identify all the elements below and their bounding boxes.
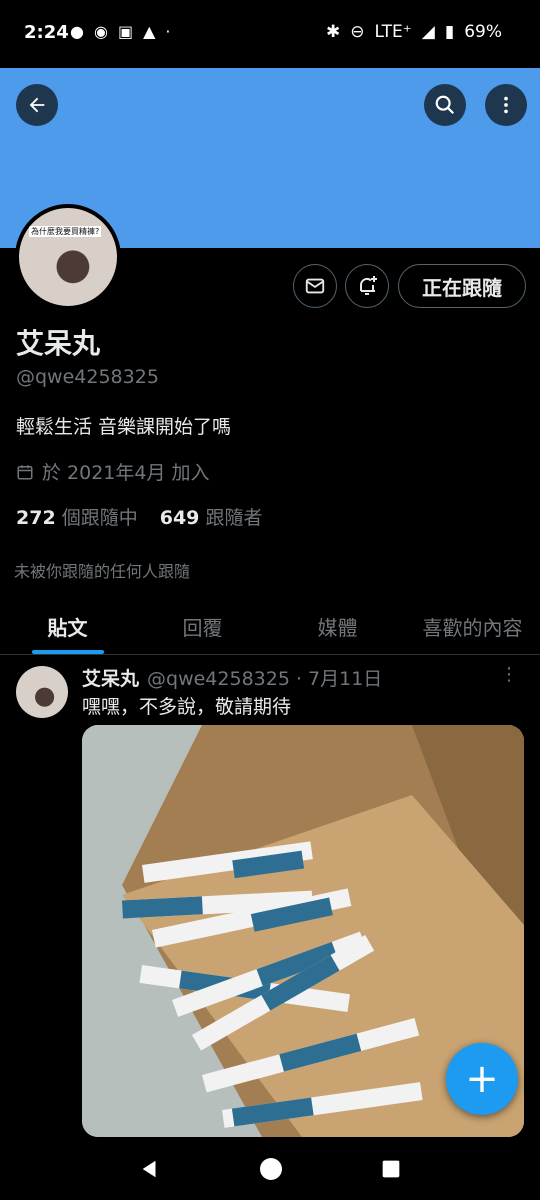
nav-home-icon[interactable] [259,1157,283,1181]
tab-posts-label: 貼文 [47,615,88,640]
system-nav-bar [0,1137,540,1200]
follow-counts: 272 個跟隨中 649 跟隨者 [16,503,262,530]
more-button[interactable] [485,84,527,126]
calendar-icon [17,464,33,479]
envelope-icon [305,278,325,294]
profile-handle: @qwe4258325 [16,366,159,388]
followers-count: 649 [159,507,200,529]
bell-plus-icon [359,276,377,295]
back-arrow-icon [29,97,45,113]
following-link[interactable]: 272 個跟隨中 [16,503,138,530]
tab-likes[interactable]: 喜歡的內容 [405,598,540,654]
message-button[interactable] [293,264,337,308]
search-icon [435,95,455,115]
followers-link[interactable]: 649 跟隨者 [160,503,263,530]
tab-media-label: 媒體 [317,615,358,640]
network-label: LTE⁺ [374,22,412,42]
following-button[interactable]: 正在跟隨 [398,264,526,308]
dot-icon: · [165,22,171,41]
following-label: 個跟隨中 [61,507,138,529]
status-time: 2:24 [24,22,69,43]
active-tab-indicator [31,650,104,654]
tab-replies-label: 回覆 [182,615,223,640]
joined-text: 於 2021年4月 加入 [42,462,210,484]
messenger-icon: ◉ [93,22,108,41]
tweet-avatar[interactable] [16,666,68,718]
profile-tabs: 貼文 回覆 媒體 喜歡的內容 [0,598,540,655]
dnd-icon: ⊖ [350,22,365,42]
avatar-caption: 為什麼我要買精褲? [29,226,102,237]
nav-recents-icon[interactable] [381,1159,401,1179]
bluetooth-icon: ✱ [326,22,341,42]
tweet-more-button[interactable]: ⋮ [500,664,518,685]
tweet-header: 艾呆丸 @qwe4258325 · 7月11日 [82,664,382,691]
instagram-icon: ▣ [117,22,134,41]
notify-button[interactable] [345,264,389,308]
profile-avatar[interactable]: 為什麼我要買精褲? [15,204,121,310]
followers-label: 跟隨者 [205,507,263,529]
search-button[interactable] [424,84,466,126]
more-vertical-icon: ⋮ [500,664,518,685]
tweet-text: 嘿嘿，不多說，敬請期待 [82,696,292,718]
battery-level: 69% [464,22,502,42]
chat-icon: ● [70,22,84,41]
tweet-author-name[interactable]: 艾呆丸 [82,664,139,691]
battery-icon: ▮ [444,22,455,42]
tab-posts[interactable]: 貼文 [0,598,135,654]
compose-button[interactable]: + [446,1043,518,1115]
joined-date: 於 2021年4月 加入 [16,458,210,485]
profile-bio: 輕鬆生活 音樂課開始了嗎 [16,416,232,438]
not-followed-note: 未被你跟隨的任何人跟隨 [14,562,191,581]
tweet-meta: @qwe4258325 · 7月11日 [147,668,383,690]
back-button[interactable] [16,84,58,126]
status-bar: 2:24 ● ◉ ▣ ▲ · ✱ ⊖ LTE⁺ ◢ ▮ 69% [0,0,540,68]
signal-icon: ◢ [421,22,435,42]
status-right: ✱ ⊖ LTE⁺ ◢ ▮ 69% [326,22,502,42]
tab-media[interactable]: 媒體 [270,598,405,654]
nav-back-icon[interactable] [139,1158,161,1180]
tab-likes-label: 喜歡的內容 [422,615,523,640]
tab-replies[interactable]: 回覆 [135,598,270,654]
more-vertical-icon [504,96,508,114]
profile-name: 艾呆丸 [16,327,101,360]
plus-icon: + [465,1056,499,1102]
warning-icon: ▲ [143,22,156,41]
following-count: 272 [16,507,56,529]
notification-icons: ● ◉ ▣ ▲ · [70,22,170,41]
